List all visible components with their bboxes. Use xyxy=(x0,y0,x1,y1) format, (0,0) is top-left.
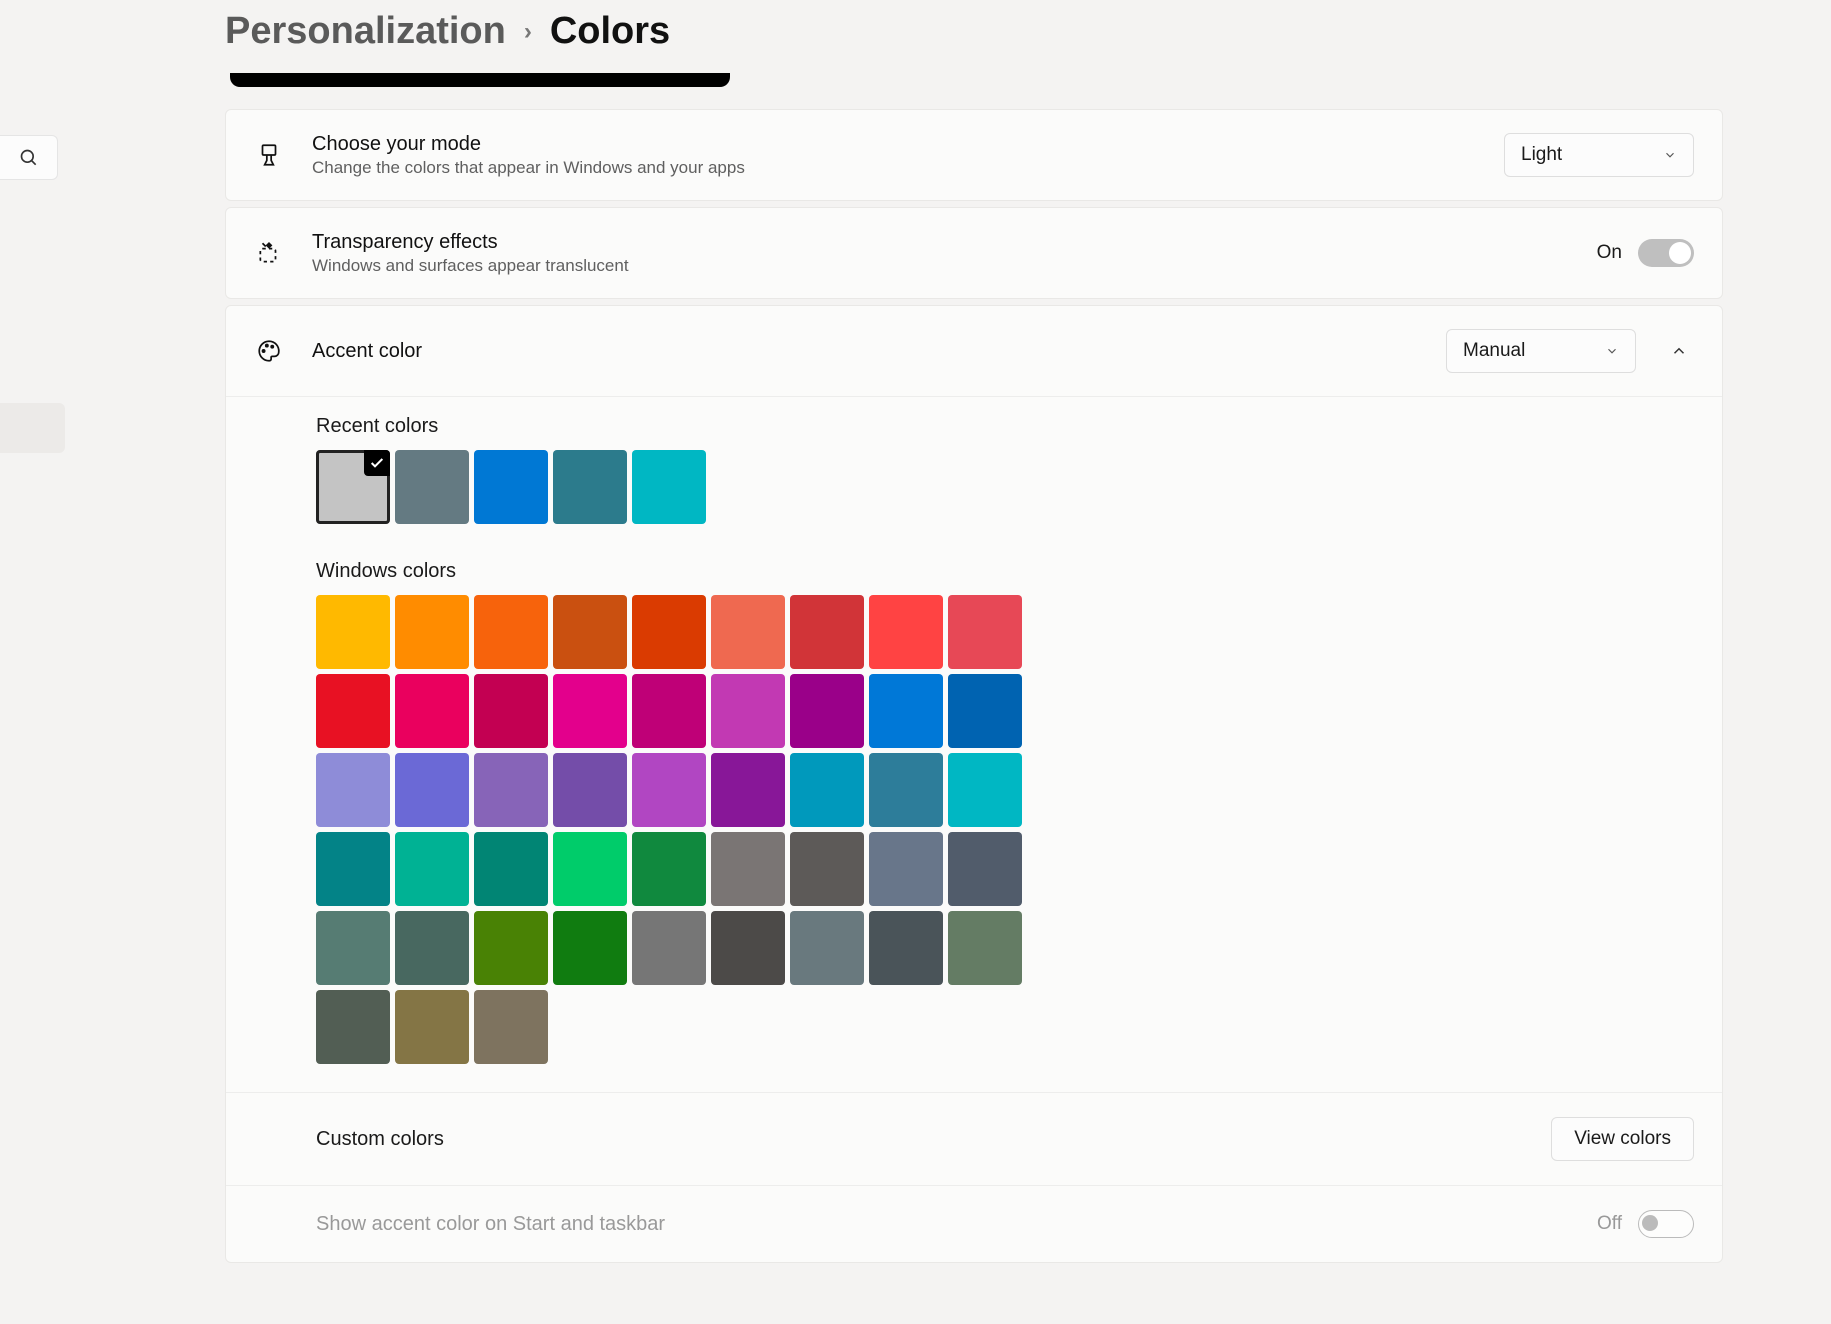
windows-color-swatch[interactable] xyxy=(395,753,469,827)
windows-color-swatch[interactable] xyxy=(711,832,785,906)
windows-color-swatch[interactable] xyxy=(948,595,1022,669)
sidebar-active-item[interactable] xyxy=(0,403,65,453)
mode-card: Choose your mode Change the colors that … xyxy=(225,109,1723,201)
windows-colors-grid xyxy=(316,595,1036,1064)
windows-color-swatch[interactable] xyxy=(948,911,1022,985)
windows-color-swatch[interactable] xyxy=(395,674,469,748)
windows-color-swatch[interactable] xyxy=(869,674,943,748)
windows-color-swatch[interactable] xyxy=(711,674,785,748)
windows-color-swatch[interactable] xyxy=(711,753,785,827)
transparency-card: Transparency effects Windows and surface… xyxy=(225,207,1723,299)
windows-color-swatch[interactable] xyxy=(632,674,706,748)
windows-color-swatch[interactable] xyxy=(553,674,627,748)
windows-color-swatch[interactable] xyxy=(632,753,706,827)
theme-preview-strip xyxy=(230,73,730,87)
windows-color-swatch[interactable] xyxy=(790,753,864,827)
windows-color-swatch[interactable] xyxy=(948,832,1022,906)
windows-color-swatch[interactable] xyxy=(790,595,864,669)
windows-color-swatch[interactable] xyxy=(869,753,943,827)
accent-collapse-button[interactable] xyxy=(1664,336,1694,366)
windows-color-swatch[interactable] xyxy=(553,753,627,827)
transparency-icon xyxy=(254,238,284,268)
recent-color-swatch[interactable] xyxy=(474,450,548,524)
mode-select[interactable]: Light xyxy=(1504,133,1694,177)
checkmark-icon xyxy=(364,450,390,476)
recent-color-swatch[interactable] xyxy=(632,450,706,524)
breadcrumb-current: Colors xyxy=(550,10,670,53)
windows-color-swatch[interactable] xyxy=(316,753,390,827)
accent-mode-value: Manual xyxy=(1463,340,1525,362)
windows-color-swatch[interactable] xyxy=(316,832,390,906)
show-accent-start-toggle xyxy=(1638,1210,1694,1238)
chevron-down-icon xyxy=(1605,344,1619,358)
windows-color-swatch[interactable] xyxy=(316,911,390,985)
windows-color-swatch[interactable] xyxy=(474,753,548,827)
windows-color-swatch[interactable] xyxy=(553,832,627,906)
mode-title: Choose your mode xyxy=(312,133,1504,156)
mode-select-value: Light xyxy=(1521,144,1562,166)
palette-icon xyxy=(254,336,284,366)
accent-title: Accent color xyxy=(312,340,1446,363)
recent-colors-heading: Recent colors xyxy=(316,415,1694,438)
search-button[interactable] xyxy=(0,135,58,180)
accent-card: Accent color Manual Recent colors Window… xyxy=(225,305,1723,1263)
windows-color-swatch[interactable] xyxy=(553,911,627,985)
accent-mode-select[interactable]: Manual xyxy=(1446,329,1636,373)
mode-description: Change the colors that appear in Windows… xyxy=(312,158,1504,178)
windows-color-swatch[interactable] xyxy=(948,753,1022,827)
content-area: Personalization › Colors Choose your mod… xyxy=(225,0,1735,1269)
accent-body: Recent colors Windows colors xyxy=(226,396,1722,1092)
windows-color-swatch[interactable] xyxy=(395,832,469,906)
windows-color-swatch[interactable] xyxy=(474,911,548,985)
windows-color-swatch[interactable] xyxy=(711,911,785,985)
chevron-up-icon xyxy=(1670,342,1688,360)
windows-color-swatch[interactable] xyxy=(790,832,864,906)
custom-colors-row: Custom colors View colors xyxy=(226,1092,1722,1185)
windows-color-swatch[interactable] xyxy=(553,595,627,669)
show-accent-start-label: Show accent color on Start and taskbar xyxy=(316,1213,665,1236)
transparency-state-label: On xyxy=(1597,242,1622,264)
custom-colors-label: Custom colors xyxy=(316,1128,444,1151)
windows-color-swatch[interactable] xyxy=(395,595,469,669)
windows-colors-heading: Windows colors xyxy=(316,560,1694,583)
windows-color-swatch[interactable] xyxy=(790,674,864,748)
show-accent-start-row: Show accent color on Start and taskbar O… xyxy=(226,1185,1722,1262)
windows-color-swatch[interactable] xyxy=(474,595,548,669)
chevron-down-icon xyxy=(1663,148,1677,162)
windows-color-swatch[interactable] xyxy=(948,674,1022,748)
show-accent-state-label: Off xyxy=(1597,1213,1622,1235)
windows-color-swatch[interactable] xyxy=(632,911,706,985)
windows-color-swatch[interactable] xyxy=(474,990,548,1064)
windows-color-swatch[interactable] xyxy=(632,832,706,906)
breadcrumb: Personalization › Colors xyxy=(225,0,1735,73)
windows-color-swatch[interactable] xyxy=(711,595,785,669)
windows-color-swatch[interactable] xyxy=(790,911,864,985)
transparency-toggle[interactable] xyxy=(1638,239,1694,267)
windows-color-swatch[interactable] xyxy=(632,595,706,669)
brush-icon xyxy=(254,140,284,170)
windows-color-swatch[interactable] xyxy=(395,911,469,985)
recent-colors-row xyxy=(316,450,1036,524)
windows-color-swatch[interactable] xyxy=(869,595,943,669)
windows-color-swatch[interactable] xyxy=(869,832,943,906)
chevron-right-icon: › xyxy=(524,18,532,46)
windows-color-swatch[interactable] xyxy=(316,595,390,669)
view-colors-button[interactable]: View colors xyxy=(1551,1117,1694,1161)
windows-color-swatch[interactable] xyxy=(395,990,469,1064)
windows-color-swatch[interactable] xyxy=(316,990,390,1064)
breadcrumb-parent[interactable]: Personalization xyxy=(225,10,506,53)
windows-color-swatch[interactable] xyxy=(474,832,548,906)
recent-color-swatch[interactable] xyxy=(316,450,390,524)
windows-color-swatch[interactable] xyxy=(869,911,943,985)
transparency-title: Transparency effects xyxy=(312,231,1597,254)
search-icon xyxy=(19,148,39,168)
windows-color-swatch[interactable] xyxy=(316,674,390,748)
transparency-description: Windows and surfaces appear translucent xyxy=(312,256,1597,276)
windows-color-swatch[interactable] xyxy=(474,674,548,748)
recent-color-swatch[interactable] xyxy=(553,450,627,524)
recent-color-swatch[interactable] xyxy=(395,450,469,524)
